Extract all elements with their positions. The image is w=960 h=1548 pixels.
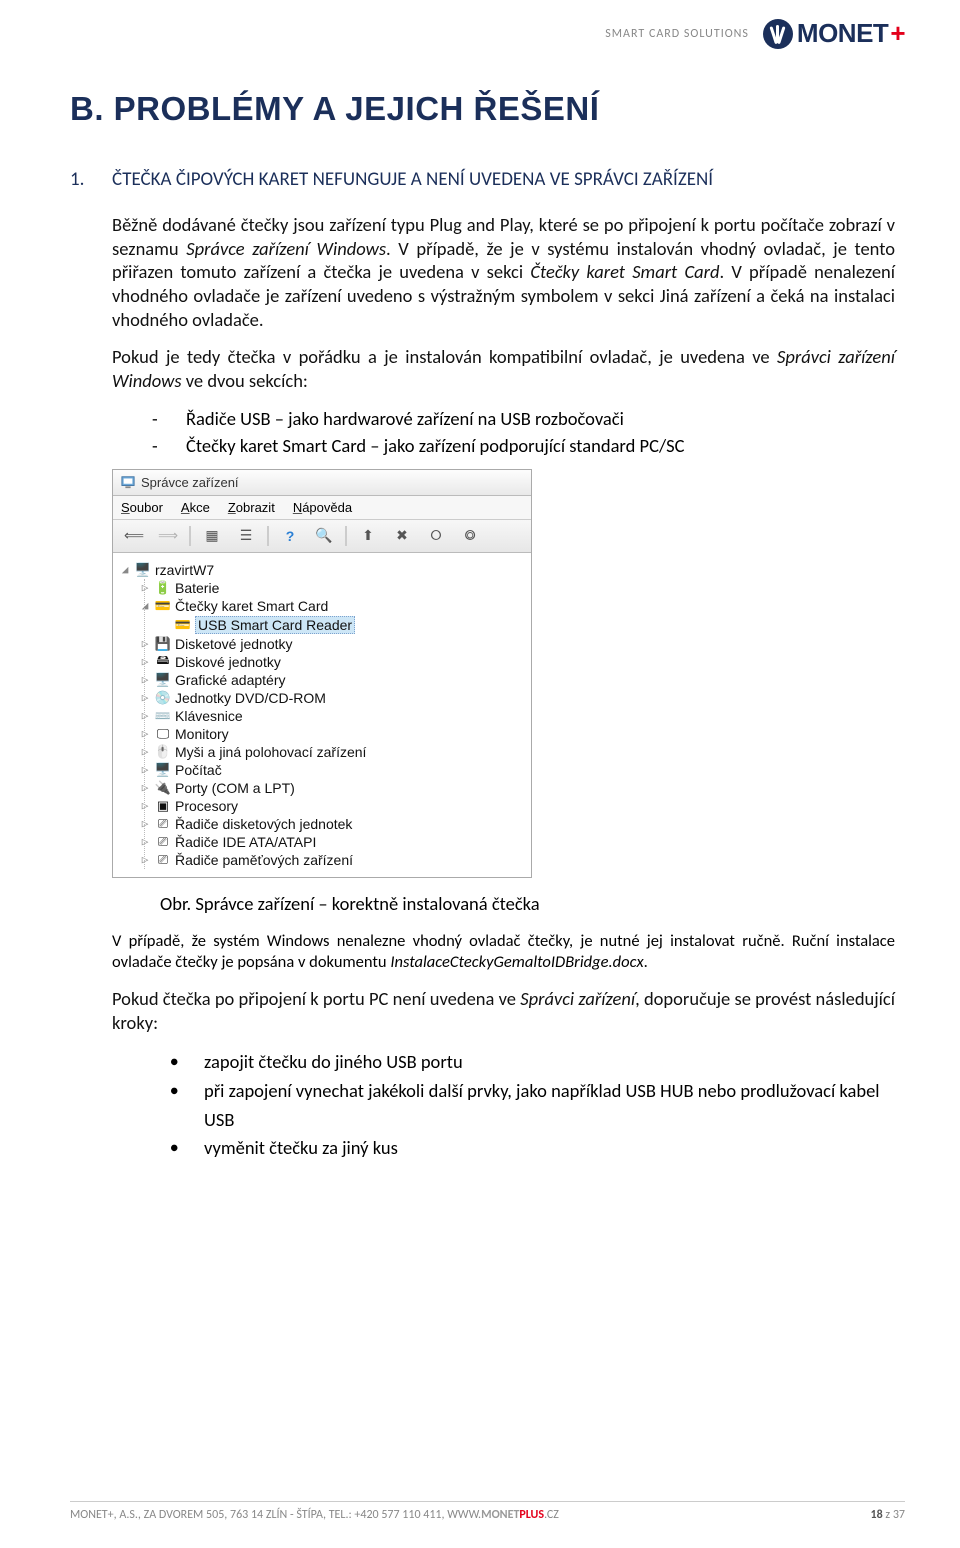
menu-action[interactable]: Akce	[181, 500, 210, 515]
disable-button[interactable]: ⭘	[423, 524, 449, 548]
menu-file[interactable]: SSouboroubor	[121, 500, 163, 515]
list-item: -Řadiče USB – jako hardwarové zařízení n…	[152, 407, 895, 432]
page-number: 18 z 37	[870, 1508, 905, 1522]
paragraph-4: Pokud čtečka po připojení k portu PC nen…	[112, 987, 895, 1034]
tree-item-mice[interactable]: ▷🖱️Myši a jiná polohovací zařízení	[119, 743, 527, 761]
controller-icon: ⎚	[155, 816, 171, 832]
list-item: ●zapojit čtečku do jiného USB portu	[170, 1048, 895, 1077]
tree-item-disk-drives[interactable]: ▷🖴Diskové jednotky	[119, 653, 527, 671]
figure-caption: Obr. Správce zařízení – korektně instalo…	[160, 892, 895, 915]
card-reader-icon: 💳	[175, 617, 191, 633]
subsection-title: ČTEČKA ČIPOVÝCH KARET NEFUNGUJE A NENÍ U…	[112, 168, 713, 191]
bullet-icon: ●	[170, 1077, 204, 1105]
tree-item-floppy-controllers[interactable]: ▷⎚Řadiče disketových jednotek	[119, 815, 527, 833]
menu-view[interactable]: Zobrazit	[228, 500, 275, 515]
page-footer: MONET+, A.S., ZA DVOREM 505, 763 14 ZLÍN…	[70, 1501, 905, 1522]
logo-badge-icon	[763, 19, 793, 49]
pc-icon: 🖥️	[155, 762, 171, 778]
separator-icon	[345, 526, 347, 546]
tree-item-usb-smartcard-reader[interactable]: 💳USB Smart Card Reader	[119, 615, 527, 635]
subsection-heading: 1. ČTEČKA ČIPOVÝCH KARET NEFUNGUJE A NEN…	[70, 168, 895, 191]
header-tagline: SMART CARD SOLUTIONS	[605, 27, 749, 41]
tree-root[interactable]: ◢ 🖥️ rzavirtW7	[119, 561, 527, 579]
page-header: SMART CARD SOLUTIONS MONET+	[605, 18, 905, 49]
device-manager-icon	[121, 475, 135, 489]
list-item: ●při zapojení vynechat jakékoli další pr…	[170, 1077, 895, 1134]
battery-icon: 🔋	[155, 580, 171, 596]
menu-help[interactable]: Nápověda	[293, 500, 352, 515]
nav-back-button[interactable]: ⟸	[121, 524, 147, 548]
display-adapter-icon: 🖥️	[155, 672, 171, 688]
update-driver-button[interactable]: ⬆	[355, 524, 381, 548]
logo-text: MONET	[797, 18, 888, 49]
dash-list: -Řadiče USB – jako hardwarové zařízení n…	[152, 407, 895, 459]
monitor-icon: 🖵	[155, 726, 171, 742]
help-button[interactable]: ?	[277, 524, 303, 548]
logo: MONET+	[763, 18, 905, 49]
view-button[interactable]: ☰	[233, 524, 259, 548]
uninstall-button[interactable]: ✖	[389, 524, 415, 548]
port-icon: 🔌	[155, 780, 171, 796]
card-reader-icon: 💳	[155, 598, 171, 614]
menu-bar: SSouboroubor Akce Zobrazit Nápověda	[113, 496, 531, 520]
separator-icon	[267, 526, 269, 546]
cpu-icon: ▣	[155, 798, 171, 814]
paragraph-2: Pokud je tedy čtečka v pořádku a je inst…	[112, 345, 895, 392]
device-manager-window: Správce zařízení SSouboroubor Akce Zobra…	[112, 469, 532, 878]
tree-item-ports[interactable]: ▷🔌Porty (COM a LPT)	[119, 779, 527, 797]
tree-item-monitors[interactable]: ▷🖵Monitory	[119, 725, 527, 743]
controller-icon: ⎚	[155, 852, 171, 868]
controller-icon: ⎚	[155, 834, 171, 850]
tree-item-keyboards[interactable]: ▷⌨️Klávesnice	[119, 707, 527, 725]
tree-item-processors[interactable]: ▷▣Procesory	[119, 797, 527, 815]
tree-item-computer[interactable]: ▷🖥️Počítač	[119, 761, 527, 779]
floppy-icon: 💾	[155, 636, 171, 652]
scan-button[interactable]: 🔍	[311, 524, 337, 548]
nav-forward-button[interactable]: ⟹	[155, 524, 181, 548]
subsection-number: 1.	[70, 168, 94, 191]
section-heading: B. PROBLÉMY A JEJICH ŘEŠENÍ	[70, 90, 895, 128]
bullet-icon: ●	[170, 1134, 204, 1162]
keyboard-icon: ⌨️	[155, 708, 171, 724]
disk-icon: 🖴	[155, 654, 171, 670]
bullet-list: ●zapojit čtečku do jiného USB portu ●při…	[170, 1048, 895, 1163]
window-title: Správce zařízení	[141, 475, 239, 490]
window-titlebar: Správce zařízení	[113, 470, 531, 496]
enable-button[interactable]: ⭗	[457, 524, 483, 548]
tree-item-smartcard-readers[interactable]: ◢💳Čtečky karet Smart Card	[119, 597, 527, 615]
separator-icon	[189, 526, 191, 546]
logo-plus: +	[890, 18, 905, 49]
tree-item-battery[interactable]: ▷🔋Baterie	[119, 579, 527, 597]
computer-icon: 🖥️	[135, 562, 151, 578]
device-tree: ◢ 🖥️ rzavirtW7 ▷🔋Baterie ◢💳Čtečky karet …	[113, 553, 531, 877]
list-item: ●vyměnit čtečku za jiný kus	[170, 1134, 895, 1163]
properties-button[interactable]: ▦	[199, 524, 225, 548]
tree-item-ide-controllers[interactable]: ▷⎚Řadiče IDE ATA/ATAPI	[119, 833, 527, 851]
tree-item-display-adapters[interactable]: ▷🖥️Grafické adaptéry	[119, 671, 527, 689]
list-item: -Čtečky karet Smart Card – jako zařízení…	[152, 434, 895, 459]
footer-address: MONET+, A.S., ZA DVOREM 505, 763 14 ZLÍN…	[70, 1508, 559, 1522]
page-content: B. PROBLÉMY A JEJICH ŘEŠENÍ 1. ČTEČKA ČI…	[70, 90, 895, 1163]
dvd-icon: 💿	[155, 690, 171, 706]
tree-item-floppy-drives[interactable]: ▷💾Disketové jednotky	[119, 635, 527, 653]
paragraph-3: V případě, že systém Windows nenalezne v…	[112, 931, 895, 973]
bullet-icon: ●	[170, 1048, 204, 1076]
paragraph-1: Běžně dodávané čtečky jsou zařízení typu…	[112, 213, 895, 331]
toolbar: ⟸ ⟹ ▦ ☰ ? 🔍 ⬆ ✖ ⭘ ⭗	[113, 520, 531, 553]
tree-item-dvd-drives[interactable]: ▷💿Jednotky DVD/CD-ROM	[119, 689, 527, 707]
tree-item-storage-controllers[interactable]: ▷⎚Řadiče paměťových zařízení	[119, 851, 527, 869]
mouse-icon: 🖱️	[155, 744, 171, 760]
